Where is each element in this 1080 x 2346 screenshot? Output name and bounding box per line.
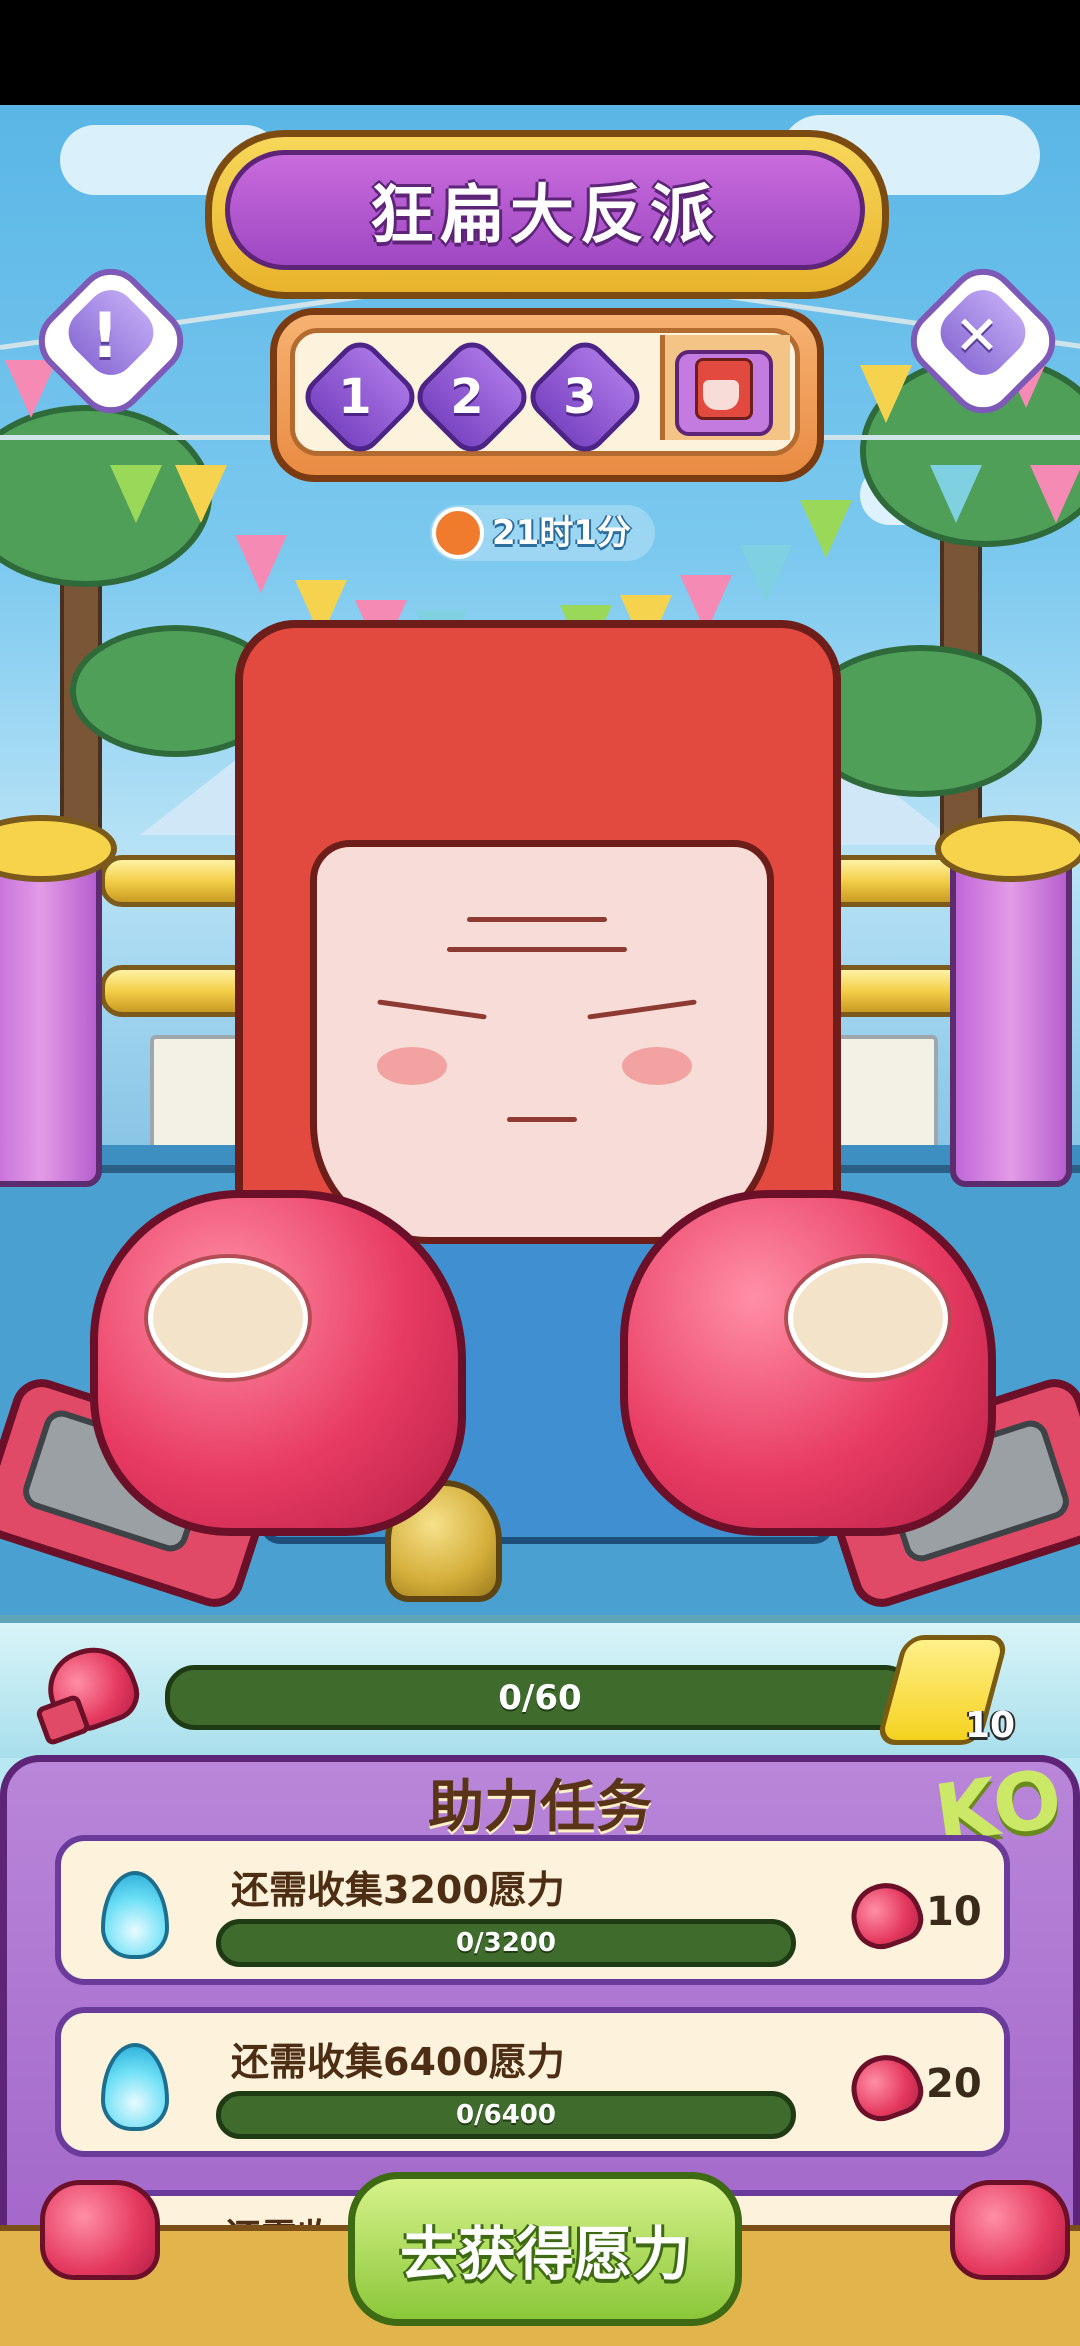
bunting-flag (800, 500, 852, 558)
flame-icon (101, 1871, 169, 1959)
mouth (507, 1117, 577, 1122)
bunting-flag (235, 535, 287, 593)
bunting-flag (1030, 465, 1080, 523)
stage-1-label: 1 (338, 369, 372, 425)
bunting-flag (110, 465, 162, 523)
task-progress-text: 0/6400 (456, 2100, 556, 2130)
task-label: 还需收集3200愿力 (231, 1868, 565, 1912)
eye-right (587, 999, 697, 1020)
task-item[interactable]: 还需收集3200愿力 0/3200 10 (55, 1835, 1010, 1985)
ring-post (0, 845, 102, 1187)
bunting-flag (175, 465, 227, 523)
eye-left (377, 999, 487, 1020)
energy-progress-bar: 0/60 (165, 1665, 915, 1730)
wrinkle (447, 947, 627, 952)
flame-icon (101, 2043, 169, 2131)
ring-post-cap (935, 815, 1080, 882)
decor-glove-icon (950, 2180, 1070, 2280)
get-wish-power-button[interactable]: 去获得愿力 (348, 2172, 742, 2326)
blush-right (622, 1047, 692, 1085)
energy-count: 10 (965, 1705, 1016, 1746)
ring-post (950, 845, 1072, 1187)
boss-mini-face (703, 380, 739, 410)
close-icon: ✕ (954, 303, 1000, 367)
info-button[interactable]: ! (24, 254, 198, 428)
bunting-flag (740, 545, 792, 603)
reward-glove-icon (842, 1872, 930, 1958)
close-button[interactable]: ✕ (896, 254, 1070, 428)
timer-text: 21时1分 (492, 513, 631, 553)
status-bar (0, 0, 1080, 105)
task-reward: 10 (926, 1889, 982, 1935)
reward-glove-icon (842, 2044, 930, 2130)
task-progress-bar: 0/3200 (216, 1919, 796, 1967)
sticker-icon (148, 1258, 308, 1378)
energy-progress-text: 0/60 (498, 1677, 582, 1718)
boss-face[interactable] (310, 840, 774, 1244)
task-progress-text: 0/3200 (456, 1928, 556, 1958)
bunting-flag (930, 465, 982, 523)
stage-3-label: 3 (563, 369, 597, 425)
stage-2-label: 2 (450, 369, 484, 425)
task-progress-bar: 0/6400 (216, 2091, 796, 2139)
blush-left (377, 1047, 447, 1085)
task-reward: 20 (926, 2061, 982, 2107)
decor-glove-icon (40, 2180, 160, 2280)
wrinkle (467, 917, 607, 922)
task-item[interactable]: 还需收集6400愿力 0/6400 20 (55, 2007, 1010, 2157)
boxing-glove-right[interactable] (620, 1190, 996, 1536)
sticker-icon (788, 1258, 948, 1378)
info-icon: ! (90, 298, 120, 372)
clock-icon (432, 507, 484, 559)
page-title: 狂扁大反派 (225, 150, 865, 270)
boxing-glove-left[interactable] (90, 1190, 466, 1536)
task-label: 还需收集6400愿力 (231, 2040, 565, 2084)
task-panel-title: 助力任务 (428, 1775, 652, 1840)
bunting-flag (860, 365, 912, 423)
